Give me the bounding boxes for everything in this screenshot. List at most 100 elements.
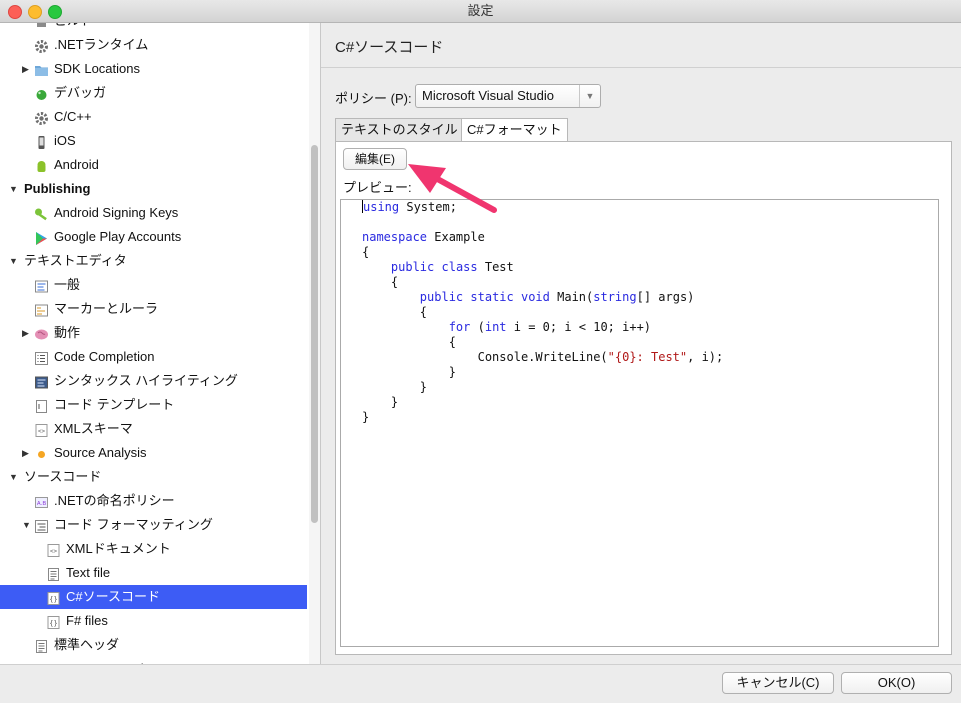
code-preview-text: using System; namespace Example { public… — [362, 200, 724, 424]
sidebar-item[interactable]: Android Signing Keys — [0, 201, 307, 225]
settings-sidebar: ビルド .NETランタイム ▶ SDK Locations デバッガ C/C++ iOS An… — [0, 23, 321, 664]
text-doc-icon — [34, 278, 49, 293]
sidebar-item[interactable]: {} F# files — [0, 609, 307, 633]
sidebar-item[interactable]: コード テンプレート — [0, 393, 307, 417]
template-icon — [34, 398, 49, 413]
sidebar-item-label: Publishing — [24, 181, 91, 196]
sidebar-item[interactable]: A.BName Conventions — [0, 657, 307, 664]
format-icon — [34, 518, 49, 533]
svg-text:{}: {} — [49, 620, 57, 628]
sidebar-item[interactable]: Code Completion — [0, 345, 307, 369]
code-preview[interactable]: using System; namespace Example { public… — [340, 199, 939, 647]
disclosure-collapsed-icon[interactable]: ▶ — [22, 321, 32, 345]
panel-header: C#ソースコード — [321, 23, 961, 68]
policy-value: Microsoft Visual Studio — [422, 88, 554, 103]
sidebar-item-label: デバッガ — [54, 85, 107, 100]
sidebar-item[interactable]: ▶ SDK Locations — [0, 57, 307, 81]
svg-text:{}: {} — [49, 596, 57, 604]
sidebar-item[interactable]: ▶ Source Analysis — [0, 441, 307, 465]
braces-icon: {} — [46, 614, 61, 629]
sidebar-item[interactable]: デバッガ — [0, 81, 307, 105]
disclosure-expanded-icon[interactable]: ▼ — [9, 249, 19, 273]
zoom-window-button[interactable] — [48, 5, 62, 19]
sidebar-item[interactable]: シンタックス ハイライティング — [0, 369, 307, 393]
panel-content: ポリシー (P): Microsoft Visual Studio ▼ テキスト… — [321, 68, 961, 664]
sidebar-item[interactable]: {} C#ソースコード — [0, 585, 307, 609]
disclosure-collapsed-icon[interactable]: ▶ — [22, 57, 32, 81]
sidebar-item[interactable]: A.B .NETの命名ポリシー — [0, 489, 307, 513]
sidebar-item[interactable]: Text file — [0, 561, 307, 585]
disclosure-collapsed-icon[interactable]: ▶ — [22, 441, 32, 465]
disclosure-expanded-icon[interactable]: ▼ — [22, 513, 32, 537]
sidebar-item-label: Google Play Accounts — [54, 229, 182, 244]
sidebar-item-label: ビルド — [54, 23, 93, 33]
sidebar-item[interactable]: ▼ コード フォーマッティング — [0, 513, 307, 537]
sidebar-item[interactable]: ▼ テキストエディタ — [0, 249, 307, 273]
xml-icon: <> — [34, 422, 49, 437]
build-icon — [34, 23, 49, 29]
sidebar-item[interactable]: .NETランタイム — [0, 33, 307, 57]
policy-select[interactable]: Microsoft Visual Studio ▼ — [415, 84, 601, 108]
close-window-button[interactable] — [8, 5, 22, 19]
gear-icon — [34, 110, 49, 125]
sidebar-item[interactable]: ▶ 動作 — [0, 321, 307, 345]
sidebar-item[interactable]: Google Play Accounts — [0, 225, 307, 249]
sidebar-item-label: コード テンプレート — [54, 397, 175, 412]
sidebar-item-label: C#ソースコード — [66, 589, 160, 604]
sidebar-item[interactable]: ビルド — [0, 23, 307, 33]
tab-csharp-format[interactable]: C#フォーマット — [461, 118, 568, 142]
sidebar-item-label: Android Signing Keys — [54, 205, 179, 220]
sidebar-item-label: SDK Locations — [54, 61, 140, 76]
sidebar-item[interactable]: <> XMLドキュメント — [0, 537, 307, 561]
disclosure-expanded-icon[interactable]: ▼ — [9, 465, 19, 489]
edit-button[interactable]: 編集(E) — [343, 148, 407, 170]
sidebar-item-label: Code Completion — [54, 349, 155, 364]
bug-icon — [34, 86, 49, 101]
sidebar-item-label: 標準ヘッダ — [54, 637, 120, 652]
sidebar-item[interactable]: ▼ ソースコード — [0, 465, 307, 489]
list-icon — [34, 350, 49, 365]
sidebar-item[interactable]: <> XMLスキーマ — [0, 417, 307, 441]
sidebar-scrollbar[interactable] — [309, 23, 320, 664]
sidebar-scroll-thumb[interactable] — [311, 145, 318, 523]
sidebar-item-label: 一般 — [54, 277, 81, 292]
sidebar-item-label: Source Analysis — [54, 445, 147, 460]
xml-icon: <> — [46, 542, 61, 557]
sidebar-item-label: F# files — [66, 613, 108, 628]
folder-icon — [34, 62, 49, 77]
text-file-icon — [34, 638, 49, 653]
sidebar-item-label: C/C++ — [54, 109, 92, 124]
disclosure-expanded-icon[interactable]: ▼ — [9, 177, 19, 201]
ruler-icon — [34, 302, 49, 317]
sidebar-item[interactable]: C/C++ — [0, 105, 307, 129]
phone-icon — [34, 134, 49, 149]
dot-icon — [34, 446, 49, 461]
ok-button[interactable]: OK(O) — [841, 672, 952, 694]
settings-window: 設定 ビルド .NETランタイム ▶ SDK Locations デバッガ C/C++ iO… — [0, 0, 961, 703]
policy-label: ポリシー (P): — [335, 91, 412, 106]
svg-text:<>: <> — [38, 428, 46, 435]
sidebar-item-label: コード フォーマッティング — [54, 517, 213, 532]
chevron-down-icon: ▼ — [579, 85, 600, 107]
sidebar-item-label: Name Conventions — [54, 657, 165, 664]
settings-tree: ビルド .NETランタイム ▶ SDK Locations デバッガ C/C++ iOS An… — [0, 23, 307, 664]
dialog-footer: キャンセル(C) OK(O) — [0, 664, 961, 703]
page-title: C#ソースコード — [335, 39, 444, 56]
sidebar-item[interactable]: 一般 — [0, 273, 307, 297]
csharp-format-panel: 編集(E) プレビュー: using System; namespace Exa… — [335, 141, 952, 655]
cancel-button[interactable]: キャンセル(C) — [722, 672, 834, 694]
text-file-icon — [46, 566, 61, 581]
minimize-window-button[interactable] — [28, 5, 42, 19]
sidebar-item-label: .NETランタイム — [54, 37, 149, 52]
gear-icon — [34, 38, 49, 53]
highlight-icon — [34, 374, 49, 389]
sidebar-item-label: Android — [54, 157, 99, 172]
sidebar-item[interactable]: 標準ヘッダ — [0, 633, 307, 657]
sidebar-item[interactable]: Android — [0, 153, 307, 177]
svg-text:<>: <> — [50, 548, 58, 555]
sidebar-item[interactable]: iOS — [0, 129, 307, 153]
tab-text-style[interactable]: テキストのスタイル — [335, 118, 464, 142]
sidebar-item[interactable]: マーカーとルーラ — [0, 297, 307, 321]
sidebar-item[interactable]: ▼ Publishing — [0, 177, 307, 201]
svg-text:A.B: A.B — [37, 501, 46, 507]
